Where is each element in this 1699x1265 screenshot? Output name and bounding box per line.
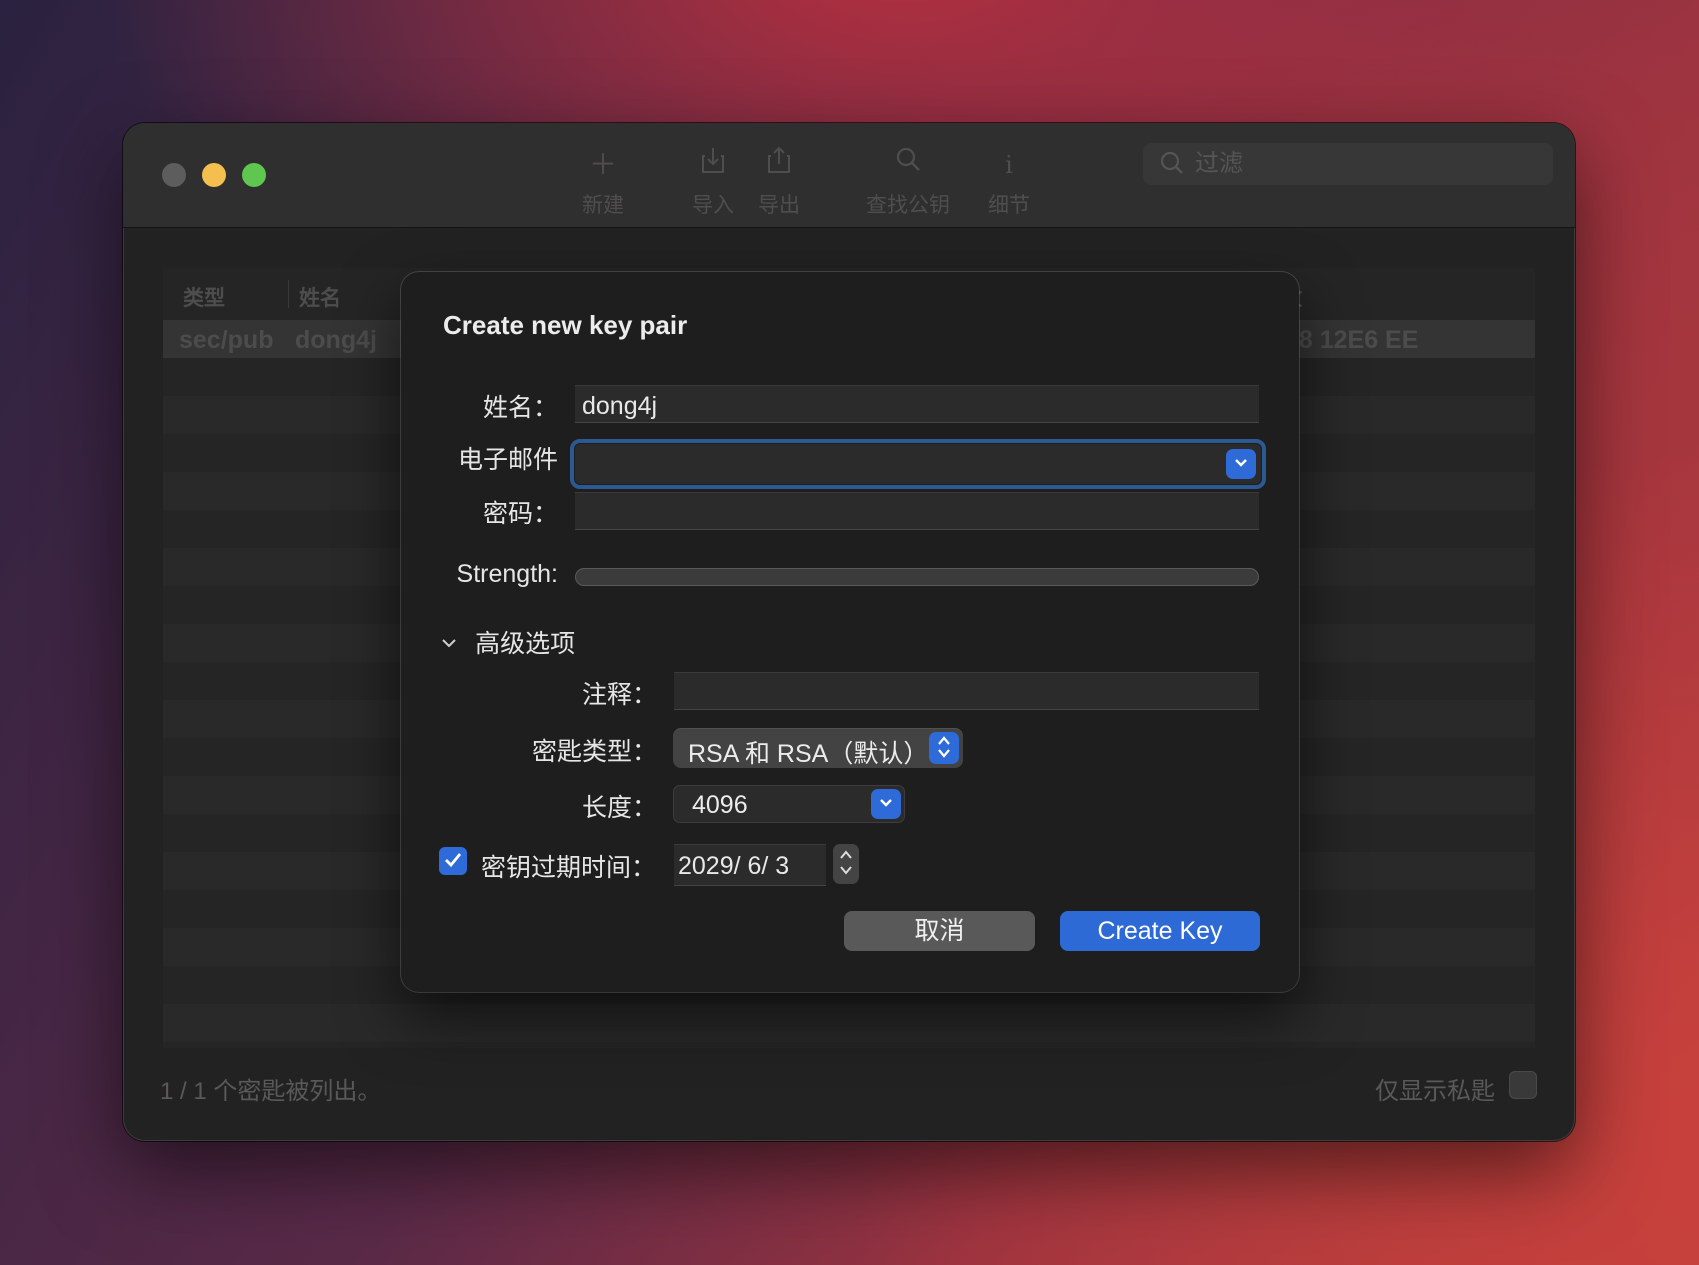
length-label: 长度： (581, 794, 657, 822)
expiry-checkbox[interactable] (439, 847, 467, 875)
chevron-down-icon (1234, 455, 1248, 472)
details-label: 细节 (988, 194, 1030, 217)
search-icon (858, 145, 958, 185)
import-button[interactable]: 导入 (683, 145, 743, 219)
new-button[interactable]: ＋ 新建 (573, 145, 633, 219)
lookup-label: 查找公钥 (866, 194, 950, 217)
chevron-down-icon (879, 795, 893, 812)
column-header-name[interactable]: 姓名 (299, 282, 341, 312)
length-value: 4096 (692, 791, 748, 819)
key-type-label: 密匙类型： (531, 738, 657, 766)
close-window-button[interactable] (162, 163, 186, 187)
password-field[interactable] (575, 492, 1259, 530)
import-label: 导入 (692, 194, 734, 217)
info-icon: i (1005, 151, 1013, 179)
length-combobox[interactable]: 4096 (673, 785, 905, 823)
password-label: 密码： (482, 500, 558, 528)
minimize-window-button[interactable] (202, 163, 226, 187)
password-strength-bar (575, 568, 1259, 586)
column-divider (288, 280, 289, 308)
advanced-options-toggle[interactable]: 高级选项 (441, 624, 575, 660)
stepper-icon (929, 732, 959, 764)
details-button[interactable]: i 细节 (974, 145, 1044, 219)
empty-row (163, 1004, 1535, 1042)
titlebar: ＋ 新建 导入 导出 查找公钥 i 细节 (123, 123, 1575, 228)
maximize-window-button[interactable] (242, 163, 266, 187)
column-header-type[interactable]: 类型 (183, 282, 225, 312)
expiry-label: 密钥过期时间： (481, 854, 657, 882)
create-key-button[interactable]: Create Key (1060, 911, 1260, 951)
stepper-icon (840, 850, 852, 875)
email-label: 电子邮件 (457, 446, 558, 474)
key-type-popup[interactable]: RSA 和 RSA（默认） (673, 728, 963, 768)
export-button[interactable]: 导出 (749, 145, 809, 219)
filter-input[interactable] (1195, 143, 1535, 185)
only-private-label: 仅显示私匙 (1375, 1078, 1495, 1105)
comment-field[interactable] (674, 672, 1259, 710)
row-type: sec/pub (179, 326, 274, 354)
plus-icon: ＋ (588, 149, 617, 180)
email-dropdown-button[interactable] (1226, 449, 1256, 479)
strength-label: Strength: (456, 560, 558, 588)
advanced-options-label: 高级选项 (475, 630, 576, 658)
length-dropdown-button[interactable] (871, 789, 901, 819)
key-type-value: RSA 和 RSA（默认） (688, 740, 929, 768)
lookup-key-button[interactable]: 查找公钥 (858, 145, 958, 219)
row-name: dong4j (295, 326, 377, 354)
export-label: 导出 (758, 194, 800, 217)
only-private-checkbox[interactable] (1509, 1071, 1537, 1099)
email-combobox[interactable] (575, 444, 1261, 484)
filter-search-field[interactable] (1143, 143, 1553, 185)
new-label: 新建 (582, 194, 624, 217)
chevron-down-icon (441, 629, 457, 655)
dialog-title: Create new key pair (443, 310, 688, 340)
import-icon (683, 145, 743, 185)
expiry-date-stepper[interactable] (833, 844, 859, 884)
key-count-status: 1 / 1 个密匙被列出。 (160, 1078, 382, 1105)
expiry-date-field[interactable]: 2029/ 6/ 3 (674, 844, 826, 886)
name-field[interactable]: dong4j (575, 385, 1259, 423)
search-icon (1159, 150, 1185, 183)
create-key-dialog: Create new key pair 姓名： dong4j 电子邮件 密码： … (401, 272, 1299, 992)
export-icon (749, 145, 809, 185)
comment-label: 注释： (581, 681, 657, 709)
cancel-button[interactable]: 取消 (844, 911, 1035, 951)
name-label: 姓名： (482, 394, 558, 422)
checkmark-icon (445, 853, 462, 868)
